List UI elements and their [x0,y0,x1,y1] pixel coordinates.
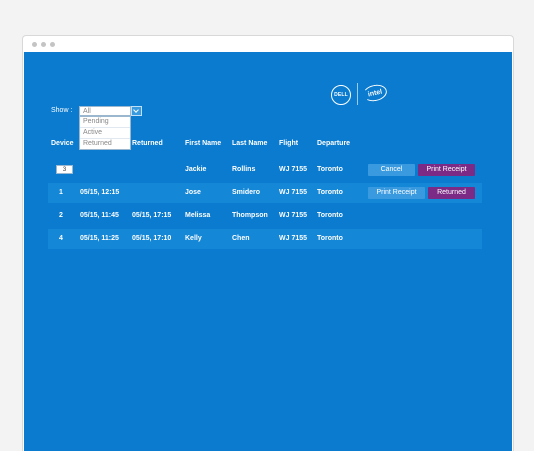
dropdown-option-active[interactable]: Active [80,127,130,138]
returned-button[interactable]: Returned [428,187,475,199]
window-dot [41,42,46,47]
header-device: Device [51,140,74,147]
header-first-name: First Name [185,140,222,147]
window-dot [32,42,37,47]
first-name-cell: Jackie [185,166,207,173]
last-name-cell: Chen [232,235,250,242]
first-name-cell: Jose [185,189,201,196]
flight-cell: WJ 7155 [279,212,308,219]
header-departure: Departure [317,140,351,147]
table-row[interactable]: 2 05/15, 11:45 05/15, 17:15 Melissa Thom… [48,206,482,226]
dropdown-option-pending[interactable]: Pending [80,117,130,127]
departure-cell: Toronto [317,166,343,173]
chevron-down-icon[interactable] [131,106,142,116]
last-name-cell: Rollins [232,166,256,173]
table-row[interactable]: 4 05/15, 11:25 05/15, 17:10 Kelly Chen W… [48,229,482,249]
device-cell: 1 [59,189,63,196]
dropdown-option-returned[interactable]: Returned [80,138,130,149]
header-returned: Returned [132,140,163,147]
logo-divider [357,83,358,105]
show-filter-label: Show : [51,107,73,114]
window-dot [50,42,55,47]
intel-logo: intel [361,82,389,104]
checkout-time-cell: 05/15, 11:45 [80,212,119,219]
first-name-cell: Kelly [185,235,202,242]
first-name-cell: Melissa [185,212,211,219]
table-row[interactable]: 3 Jackie Rollins WJ 7155 Toronto Cancel … [48,160,482,180]
device-cell: 4 [59,235,63,242]
checkout-time-cell: 05/15, 11:25 [80,235,119,242]
header-flight: Flight [279,140,299,147]
show-filter-select[interactable]: All [79,106,131,116]
browser-window: DELL intel Show : All Device Returned Fi… [22,35,514,451]
cancel-button[interactable]: Cancel [368,164,415,176]
returned-time-cell: 05/15, 17:10 [132,235,172,242]
window-titlebar [23,36,513,52]
device-number-input[interactable]: 3 [56,165,73,174]
device-cell: 2 [59,212,63,219]
last-name-cell: Thompson [232,212,268,219]
print-receipt-button[interactable]: Print Receipt [368,187,425,199]
show-filter-dropdown: Pending Active Returned [79,116,131,150]
flight-cell: WJ 7155 [279,189,308,196]
app-content: DELL intel Show : All Device Returned Fi… [24,52,512,451]
last-name-cell: Smidero [232,189,261,196]
table-row[interactable]: 1 05/15, 12:15 Jose Smidero WJ 7155 Toro… [48,183,482,203]
departure-cell: Toronto [317,235,343,242]
dell-logo: DELL [331,85,351,105]
print-receipt-button[interactable]: Print Receipt [418,164,475,176]
flight-cell: WJ 7155 [279,235,308,242]
checkout-time-cell: 05/15, 12:15 [80,189,120,196]
departure-cell: Toronto [317,189,343,196]
departure-cell: Toronto [317,212,343,219]
header-last-name: Last Name [232,140,268,147]
flight-cell: WJ 7155 [279,166,308,173]
returned-time-cell: 05/15, 17:15 [132,212,172,219]
